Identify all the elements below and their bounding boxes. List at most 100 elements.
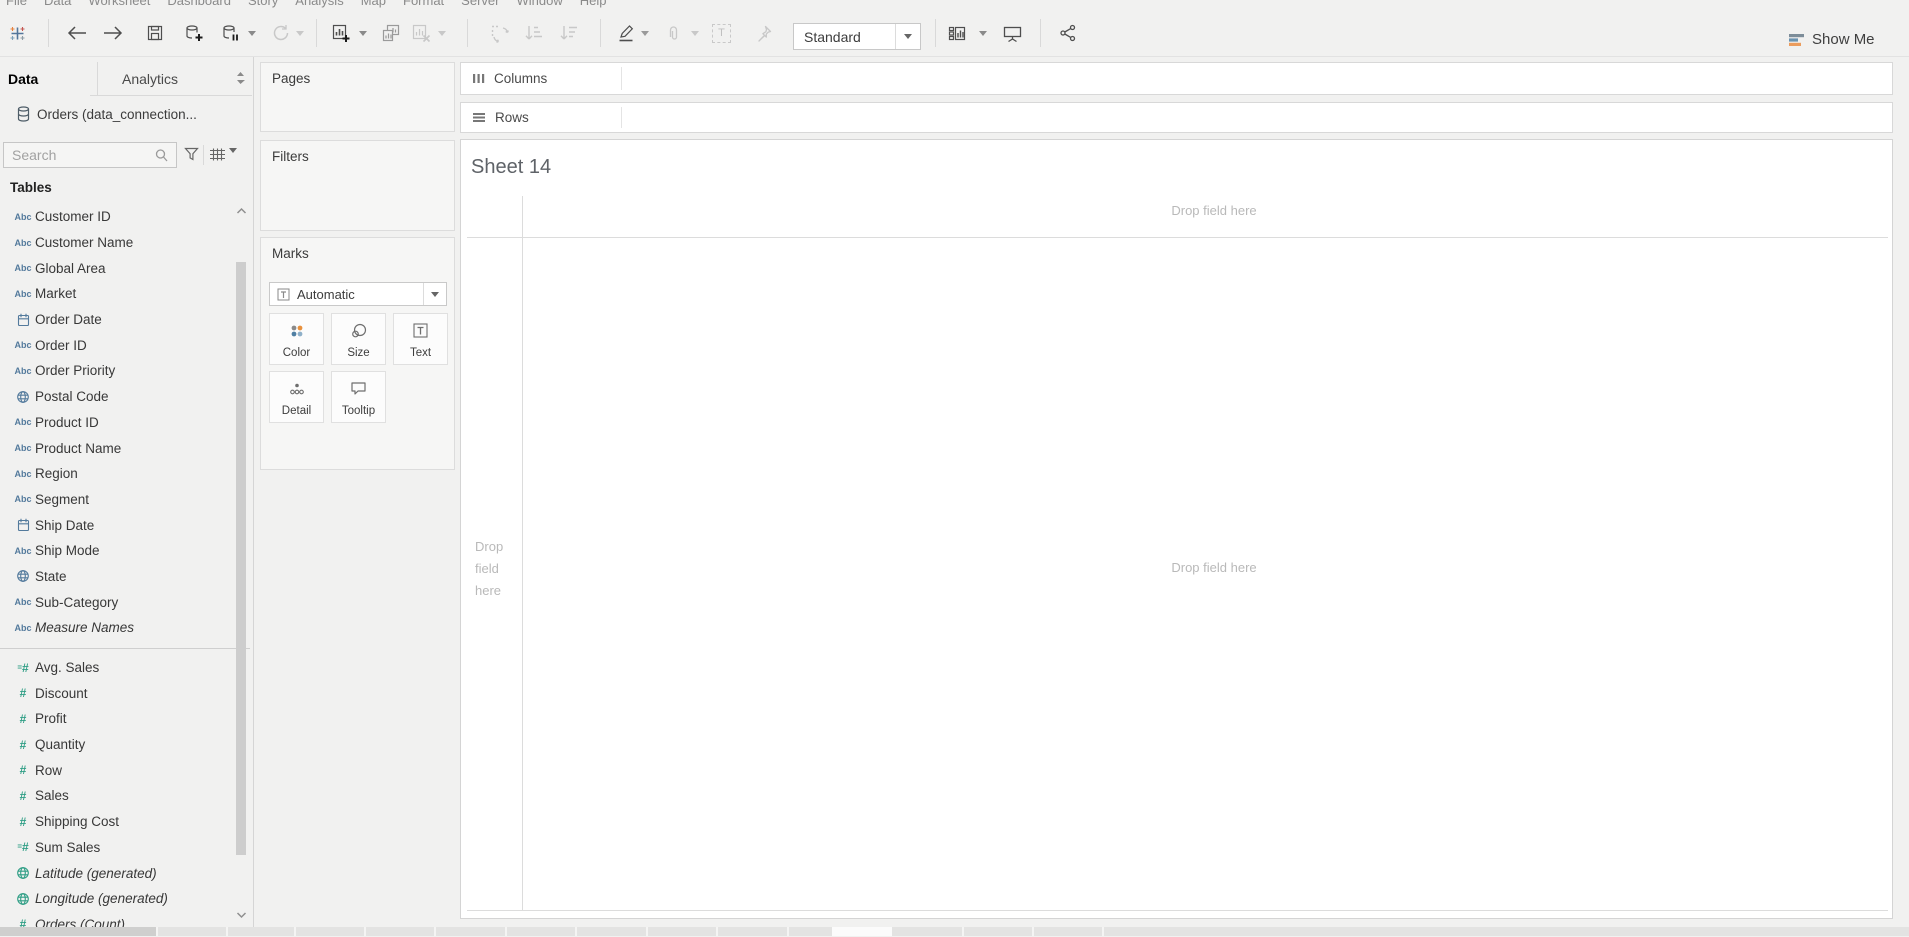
- rows-shelf[interactable]: Rows: [460, 102, 1893, 133]
- filter-fields-icon[interactable]: [184, 146, 199, 162]
- globe-icon: [13, 390, 33, 404]
- presentation-mode-button[interactable]: [1002, 22, 1023, 44]
- field-item[interactable]: =# Sum Sales: [0, 835, 233, 861]
- data-pane: Data Analytics Orders (data_connection..…: [0, 57, 254, 932]
- abc-icon: Abc: [14, 237, 32, 248]
- field-item[interactable]: Longitude (generated): [0, 886, 233, 912]
- tab-data[interactable]: Data: [0, 62, 98, 95]
- field-item[interactable]: Abc Product Name: [0, 435, 233, 461]
- field-item[interactable]: Abc Customer ID: [0, 204, 233, 230]
- menu-item-worksheet[interactable]: Worksheet: [88, 0, 150, 8]
- scrollbar-thumb[interactable]: [236, 262, 246, 855]
- pages-shelf-label: Pages: [272, 71, 311, 86]
- pane-sort-icon[interactable]: [236, 71, 245, 85]
- menu-item-help[interactable]: Help: [580, 0, 607, 8]
- field-item[interactable]: Abc Ship Mode: [0, 538, 233, 564]
- color-mark-button[interactable]: Color: [269, 313, 324, 365]
- field-item[interactable]: =# Avg. Sales: [0, 655, 233, 681]
- menu-item-analysis[interactable]: Analysis: [295, 0, 343, 8]
- tooltip-icon: [350, 372, 367, 405]
- view-data-grid-icon[interactable]: [209, 147, 226, 162]
- field-item[interactable]: Abc Region: [0, 461, 233, 487]
- pause-auto-updates-caret[interactable]: [248, 22, 256, 44]
- field-item[interactable]: Abc Segment: [0, 487, 233, 513]
- new-worksheet-caret[interactable]: [359, 22, 367, 44]
- duplicate-sheet-button[interactable]: [381, 22, 401, 44]
- field-item[interactable]: Abc Customer Name: [0, 230, 233, 256]
- run-update-caret: [296, 22, 304, 44]
- search-input[interactable]: [4, 146, 154, 164]
- fit-selector-caret[interactable]: [895, 24, 920, 49]
- menu-item-file[interactable]: File: [6, 0, 27, 8]
- menu-item-format[interactable]: Format: [403, 0, 444, 8]
- field-item[interactable]: Order Date: [0, 307, 233, 333]
- filters-shelf-label: Filters: [272, 149, 309, 164]
- field-label: Order Date: [35, 312, 102, 328]
- mark-type-caret[interactable]: [423, 283, 446, 305]
- field-item[interactable]: # Sales: [0, 783, 233, 809]
- field-item[interactable]: Abc Market: [0, 281, 233, 307]
- data-pane-scrollbar[interactable]: [233, 207, 250, 919]
- field-item[interactable]: Abc Product ID: [0, 410, 233, 436]
- field-item[interactable]: Abc Global Area: [0, 255, 233, 281]
- field-item[interactable]: Ship Date: [0, 512, 233, 538]
- drop-field-zone-top[interactable]: Drop field here: [1114, 203, 1314, 218]
- menu-item-data[interactable]: Data: [44, 0, 71, 8]
- pages-shelf[interactable]: Pages: [260, 62, 455, 132]
- detail-mark-button[interactable]: Detail: [269, 371, 324, 423]
- field-label: Product ID: [35, 414, 99, 430]
- rows-icon: [472, 111, 487, 124]
- fit-selector[interactable]: Standard: [793, 23, 921, 50]
- sort-descending-button: [559, 22, 579, 44]
- search-box[interactable]: [3, 142, 177, 168]
- size-mark-button[interactable]: Size: [331, 313, 386, 365]
- highlight-caret[interactable]: [641, 22, 649, 44]
- new-worksheet-button[interactable]: [331, 22, 351, 44]
- save-button[interactable]: [146, 22, 164, 44]
- tooltip-mark-button[interactable]: Tooltip: [331, 371, 386, 423]
- scroll-down-icon[interactable]: [236, 911, 247, 919]
- share-button[interactable]: [1058, 22, 1078, 44]
- menu-item-story[interactable]: Story: [248, 0, 278, 8]
- scroll-up-icon[interactable]: [236, 207, 247, 215]
- field-item[interactable]: # Profit: [0, 706, 233, 732]
- filters-shelf[interactable]: Filters: [260, 140, 455, 231]
- sheet-canvas[interactable]: Sheet 14 Drop field here Drop field here…: [460, 139, 1893, 919]
- field-item[interactable]: Postal Code: [0, 384, 233, 410]
- undo-button[interactable]: [66, 22, 88, 44]
- pause-auto-updates-button[interactable]: [221, 22, 240, 44]
- field-item[interactable]: Abc Sub-Category: [0, 589, 233, 615]
- tab-analytics[interactable]: Analytics: [90, 62, 210, 96]
- menu-bar: File Data Worksheet Dashboard Story Analysis M…: [0, 0, 1909, 10]
- show-me-button[interactable]: Show Me: [1788, 27, 1875, 51]
- menu-item-server[interactable]: Server: [461, 0, 499, 8]
- field-item[interactable]: State: [0, 564, 233, 590]
- field-item[interactable]: # Shipping Cost: [0, 809, 233, 835]
- show-hide-cards-caret[interactable]: [979, 22, 987, 44]
- field-item[interactable]: # Row: [0, 757, 233, 783]
- field-item[interactable]: # Discount: [0, 680, 233, 706]
- mark-type-dropdown[interactable]: Automatic: [269, 282, 447, 306]
- view-data-grid-caret[interactable]: [229, 148, 237, 171]
- drop-field-zone-center[interactable]: Drop field here: [1114, 560, 1314, 575]
- columns-shelf[interactable]: Columns: [460, 62, 1893, 95]
- drop-field-zone-left[interactable]: Drop field here: [475, 536, 519, 602]
- menu-item-dashboard[interactable]: Dashboard: [167, 0, 231, 8]
- field-item[interactable]: # Quantity: [0, 732, 233, 758]
- new-data-source-button[interactable]: [184, 22, 204, 44]
- field-label: Postal Code: [35, 389, 109, 405]
- menu-item-map[interactable]: Map: [361, 0, 386, 8]
- field-label: Row: [35, 762, 63, 778]
- redo-button[interactable]: [102, 22, 124, 44]
- field-item[interactable]: Abc Order ID: [0, 332, 233, 358]
- field-item[interactable]: Abc Order Priority: [0, 358, 233, 384]
- field-item[interactable]: Abc Measure Names: [0, 615, 233, 641]
- field-label: Segment: [35, 491, 90, 507]
- menu-item-window[interactable]: Window: [516, 0, 562, 8]
- abc-icon: Abc: [14, 622, 32, 633]
- field-item[interactable]: Latitude (generated): [0, 860, 233, 886]
- show-hide-cards-button[interactable]: [947, 22, 968, 44]
- data-source-item[interactable]: Orders (data_connection...: [0, 102, 252, 126]
- text-mark-button[interactable]: Text: [393, 313, 448, 365]
- highlight-button[interactable]: [617, 22, 635, 44]
